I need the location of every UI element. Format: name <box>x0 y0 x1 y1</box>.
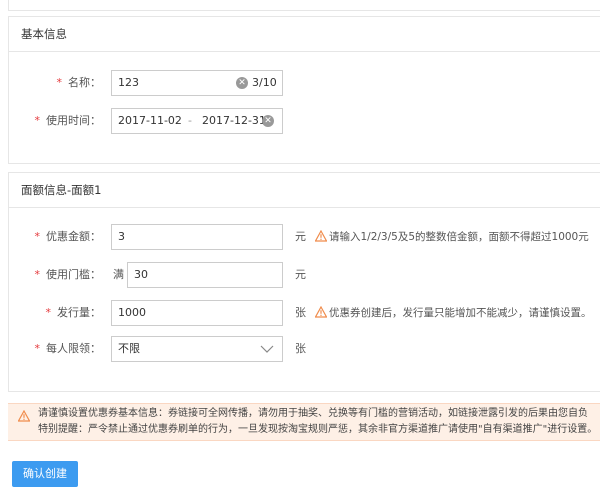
threshold-unit: 元 <box>295 268 306 281</box>
range-separator: - <box>188 114 192 127</box>
warning-icon <box>315 230 327 242</box>
face-value-header: 面额信息-面额1 <box>9 173 600 208</box>
notice-banner: 请谨慎设置优惠券基本信息：券链接可全网传播，请勿用于抽奖、兑换等有门槛的营销活动… <box>8 403 600 441</box>
amount-hint: 请输入1/2/3/5及5的整数倍金额，面额不得超过1000元 <box>315 224 589 250</box>
required-star: * <box>56 76 63 89</box>
limit-selected-value: 不限 <box>118 342 140 355</box>
threshold-input[interactable]: 30 <box>127 262 283 288</box>
amount-label: * 优惠金额： <box>34 230 102 243</box>
required-star: * <box>34 342 41 355</box>
threshold-prefix: 满 <box>113 268 124 281</box>
notice-line-2: 特别提醒：严令禁止通过优惠券刷单的行为，一旦发现按淘宝规则严惩，其余非官方渠道推… <box>38 424 598 435</box>
required-star: * <box>45 306 52 319</box>
end-date: 2017-12-31 <box>202 114 266 127</box>
required-star: * <box>34 114 41 127</box>
warning-icon <box>18 410 30 422</box>
previous-panel-bottom <box>8 0 600 11</box>
name-input-value: 123 <box>118 76 139 89</box>
date-range-picker[interactable]: 2017-11-02 - 2017-12-31 ✕ <box>111 108 283 134</box>
name-char-counter: 3/10 <box>252 76 277 89</box>
start-date: 2017-11-02 <box>118 114 182 127</box>
name-label: * 名称： <box>56 76 102 89</box>
limit-unit: 张 <box>295 342 306 355</box>
amount-unit: 元 <box>295 230 306 243</box>
basic-info-header: 基本信息 <box>9 17 600 52</box>
warning-icon <box>315 306 327 318</box>
issue-quantity-input[interactable]: 1000 <box>111 300 283 326</box>
issue-hint: 优惠券创建后，发行量只能增加不能减少，请谨慎设置。 <box>315 300 592 326</box>
chevron-down-icon <box>260 345 274 353</box>
per-person-limit-select[interactable]: 不限 <box>111 336 283 362</box>
required-star: * <box>34 230 41 243</box>
name-input[interactable]: 123 ✕ 3/10 <box>111 70 283 96</box>
clear-icon[interactable]: ✕ <box>262 115 274 127</box>
time-label: * 使用时间： <box>34 114 102 127</box>
threshold-label: * 使用门槛： <box>34 268 102 281</box>
face-value-panel: 面额信息-面额1 * 优惠金额： 3 元 请输入1/2/3/5及5的整数倍金额，面… <box>8 172 600 392</box>
amount-input[interactable]: 3 <box>111 224 283 250</box>
notice-line-1: 请谨慎设置优惠券基本信息：券链接可全网传播，请勿用于抽奖、兑换等有门槛的营销活动… <box>38 408 588 419</box>
basic-info-panel: 基本信息 * 名称： 123 ✕ 3/10 * 使用时间： 2017-11-02 -… <box>8 16 600 164</box>
issue-unit: 张 <box>295 306 306 319</box>
limit-label: * 每人限领： <box>34 342 102 355</box>
required-star: * <box>34 268 41 281</box>
clear-icon[interactable]: ✕ <box>236 77 248 89</box>
confirm-create-button[interactable]: 确认创建 <box>12 461 78 487</box>
issue-label: * 发行量： <box>45 306 102 319</box>
